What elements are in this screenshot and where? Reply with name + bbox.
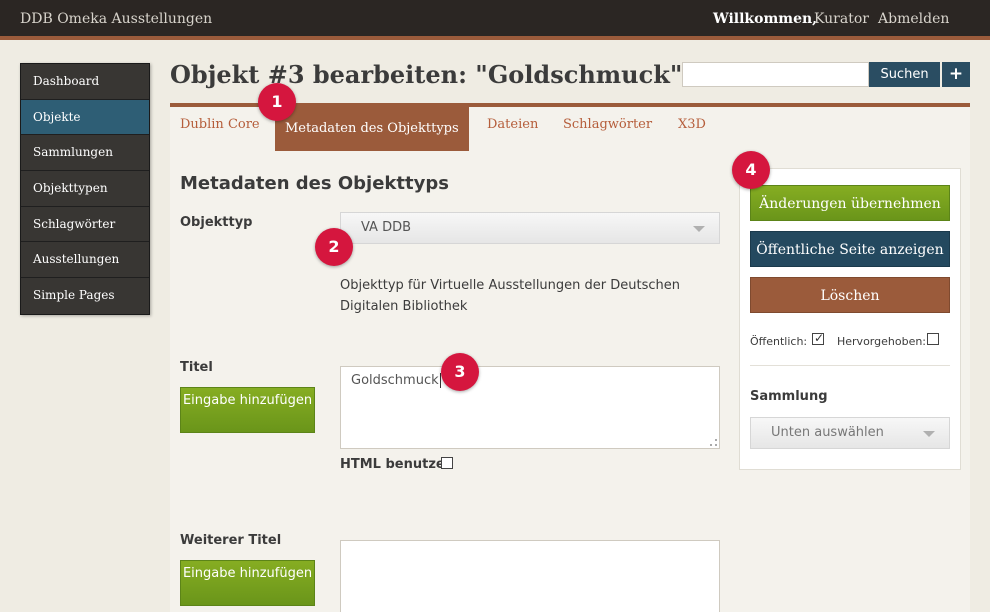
save-panel: Änderungen übernehmen Öffentliche Seite … xyxy=(739,168,961,470)
tab-x3d[interactable]: X3D xyxy=(678,117,706,132)
step-badge-1: 1 xyxy=(258,83,296,121)
title-label: Titel xyxy=(180,360,213,375)
alt-title-textarea[interactable] xyxy=(340,540,720,612)
use-html-checkbox[interactable] xyxy=(441,457,453,469)
sidebar-item-exhibits[interactable]: Ausstellungen xyxy=(21,242,149,279)
tab-item-type-metadata[interactable]: Metadaten des Objekttyps xyxy=(275,107,469,151)
item-type-selected: VA DDB xyxy=(361,220,412,235)
sidebar-item-dashboard[interactable]: Dashboard xyxy=(21,64,149,100)
search-button[interactable]: Suchen xyxy=(869,62,940,87)
collection-selected: Unten auswählen xyxy=(771,425,884,440)
featured-label: Hervorgehoben: xyxy=(837,335,927,348)
item-type-description: Objekttyp für Virtuelle Ausstellungen de… xyxy=(340,278,681,314)
edit-panel: Dublin Core Metadaten des Objekttyps Dat… xyxy=(170,103,970,612)
item-type-label: Objekttyp xyxy=(180,215,253,230)
sidebar-item-tags[interactable]: Schlagwörter xyxy=(21,206,149,243)
delete-button[interactable]: Löschen xyxy=(750,277,950,313)
checkmark-icon: ✓ xyxy=(814,331,825,345)
view-public-page-button[interactable]: Öffentliche Seite anzeigen xyxy=(750,231,950,267)
step-badge-2: 2 xyxy=(315,228,353,266)
sidebar-item-objects[interactable]: Objekte xyxy=(21,99,149,136)
use-html-label: HTML benutzen xyxy=(340,457,454,472)
user-name[interactable]: Kurator xyxy=(814,11,869,27)
sidebar-item-item-types[interactable]: Objekttypen xyxy=(21,171,149,207)
section-title: Metadaten des Objekttyps xyxy=(180,173,449,194)
sidebar-item-collections[interactable]: Sammlungen xyxy=(21,135,149,172)
resize-handle-icon[interactable] xyxy=(710,439,717,446)
sidebar-nav: Dashboard Objekte Sammlungen Objekttypen… xyxy=(20,63,150,315)
advanced-search-button[interactable]: + xyxy=(942,62,970,87)
step-badge-3: 3 xyxy=(441,353,479,391)
add-title-input-button[interactable]: Eingabe hinzufügen xyxy=(180,387,315,433)
chevron-down-icon xyxy=(693,226,705,232)
collection-select[interactable]: Unten auswählen xyxy=(750,417,950,449)
top-bar: DDB Omeka Ausstellungen Willkommen, Kura… xyxy=(0,0,990,40)
add-alt-title-input-button[interactable]: Eingabe hinzufügen xyxy=(180,560,315,606)
tab-files[interactable]: Dateien xyxy=(487,117,538,132)
step-badge-4: 4 xyxy=(732,151,770,189)
search-input[interactable] xyxy=(682,62,869,87)
sidebar-item-simple-pages[interactable]: Simple Pages xyxy=(21,278,149,314)
tab-bar: Dublin Core Metadaten des Objekttyps Dat… xyxy=(170,107,730,151)
title-value: Goldschmuck xyxy=(351,373,439,388)
chevron-down-icon xyxy=(923,431,935,437)
title-textarea[interactable]: Goldschmuck​ xyxy=(340,366,720,449)
item-type-select[interactable]: VA DDB xyxy=(340,212,720,244)
welcome-text: Willkommen, xyxy=(713,11,818,27)
public-label: Öffentlich: xyxy=(750,335,808,348)
site-title[interactable]: DDB Omeka Ausstellungen xyxy=(20,11,212,27)
save-changes-button[interactable]: Änderungen übernehmen xyxy=(750,185,950,221)
collection-title: Sammlung xyxy=(750,389,828,404)
featured-checkbox[interactable] xyxy=(927,333,939,345)
logout-link[interactable]: Abmelden xyxy=(878,11,949,27)
tab-tags[interactable]: Schlagwörter xyxy=(563,117,652,132)
page-title: Objekt #3 bearbeiten: "Goldschmuck" xyxy=(170,60,683,89)
public-checkbox[interactable]: ✓ xyxy=(812,331,825,345)
divider xyxy=(750,365,950,366)
alt-title-label: Weiterer Titel xyxy=(180,533,282,548)
tab-dublin-core[interactable]: Dublin Core xyxy=(180,117,260,132)
